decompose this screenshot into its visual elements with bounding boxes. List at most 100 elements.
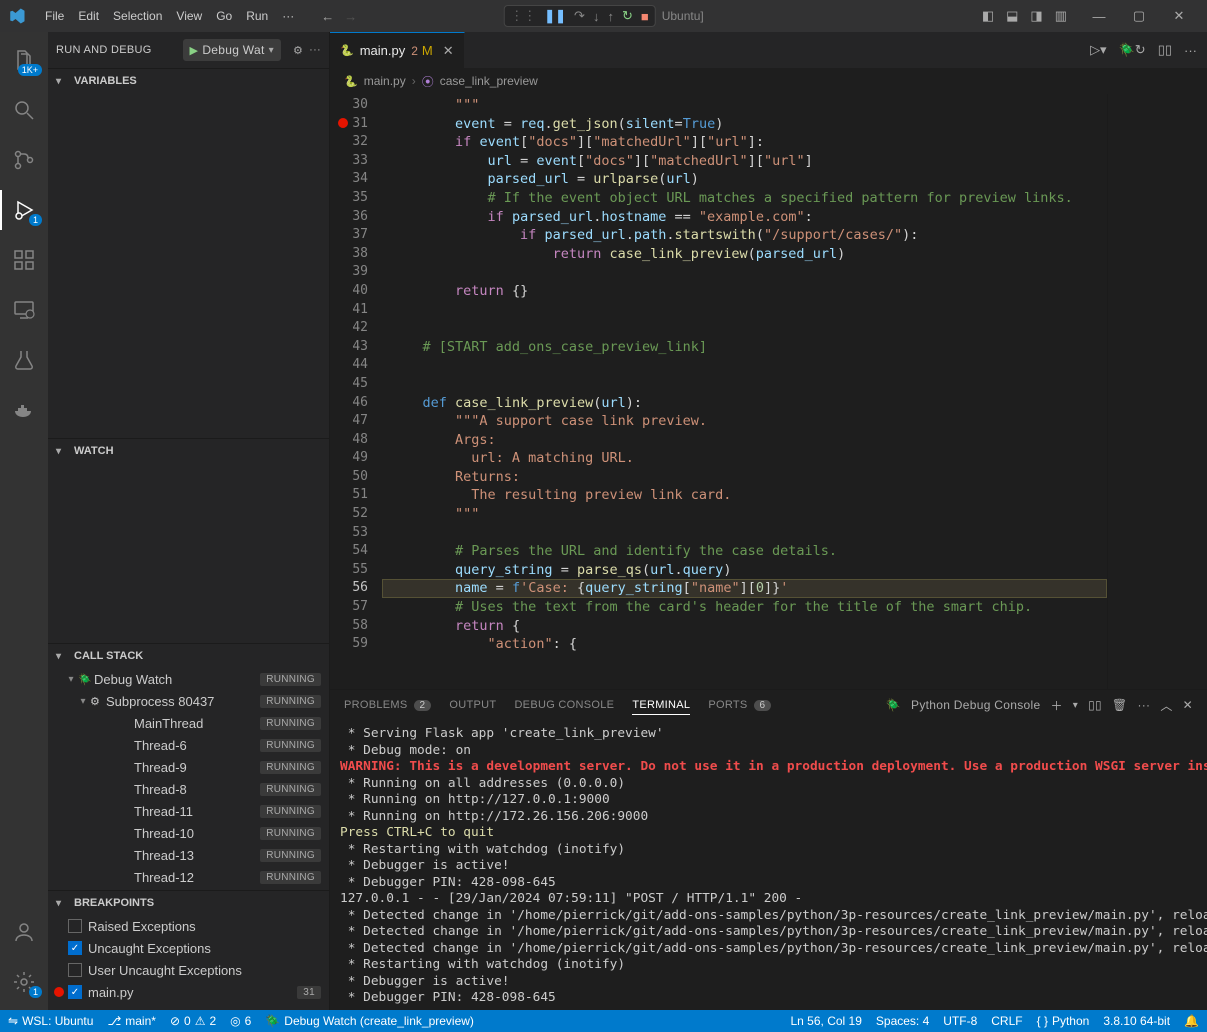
status-warnings: 2 [209, 1014, 216, 1028]
nav-forward-icon[interactable]: → [344, 9, 357, 24]
window-close-icon[interactable]: ✕ [1159, 8, 1199, 24]
window-minimize-icon[interactable]: — [1079, 9, 1119, 24]
minimap[interactable] [1107, 94, 1207, 689]
testing-icon[interactable] [0, 340, 48, 380]
close-icon[interactable]: ✕ [443, 43, 454, 59]
new-terminal-icon[interactable]: ＋ [1050, 697, 1062, 714]
terminal[interactable]: * Serving Flask app 'create_link_preview… [330, 720, 1207, 1010]
breakpoint-row[interactable]: ✓Uncaught Exceptions [48, 937, 329, 959]
stop-icon[interactable]: ■ [641, 9, 649, 24]
terminal-profile-label[interactable]: Python Debug Console [911, 698, 1040, 712]
status-lncol[interactable]: Ln 56, Col 19 [791, 1014, 862, 1028]
account-icon[interactable] [0, 912, 48, 952]
kill-terminal-icon[interactable]: 🗑 [1112, 698, 1128, 712]
step-into-icon[interactable]: ↓ [593, 9, 600, 24]
panel-tab-output[interactable]: OUTPUT [449, 699, 496, 711]
layout-left-icon[interactable]: ◧ [982, 8, 994, 24]
callstack-row[interactable]: Thread-6RUNNING [48, 734, 329, 756]
line-gutter[interactable]: 3031323334353637383940414243444546474849… [330, 94, 382, 689]
checkbox[interactable] [68, 919, 82, 933]
debug-restart-icon[interactable]: 🪲↻ [1119, 42, 1146, 58]
checkbox[interactable]: ✓ [68, 941, 82, 955]
restart-icon[interactable]: ↻ [622, 8, 633, 24]
menu-file[interactable]: File [38, 9, 71, 23]
extensions-icon[interactable] [0, 240, 48, 280]
status-eol[interactable]: CRLF [991, 1014, 1022, 1028]
section-label: WATCH [74, 445, 114, 457]
callstack-row[interactable]: Thread-11RUNNING [48, 800, 329, 822]
status-notifications-icon[interactable]: 🔔 [1184, 1014, 1199, 1028]
status-spaces[interactable]: Spaces: 4 [876, 1014, 929, 1028]
tab-modified-badge: M [422, 43, 433, 58]
chevron-down-icon: ▾ [56, 446, 70, 457]
status-encoding[interactable]: UTF-8 [943, 1014, 977, 1028]
section-callstack[interactable]: ▾ CALL STACK [48, 644, 329, 668]
sidebar-title: RUN AND DEBUG [56, 44, 152, 56]
terminal-dropdown-icon[interactable]: ▾ [1073, 700, 1078, 711]
search-icon[interactable] [0, 90, 48, 130]
chevron-up-icon[interactable]: ︿ [1160, 697, 1172, 714]
more-icon[interactable]: ··· [309, 44, 321, 56]
callstack-row[interactable]: ▾🪲Debug WatchRUNNING [48, 668, 329, 690]
remote-icon: ⇋ [8, 1014, 18, 1028]
callstack-row[interactable]: Thread-10RUNNING [48, 822, 329, 844]
breakpoint-row[interactable]: User Uncaught Exceptions [48, 959, 329, 981]
callstack-row[interactable]: Thread-8RUNNING [48, 778, 329, 800]
panel-more-icon[interactable]: ··· [1137, 698, 1150, 712]
callstack-row[interactable]: ▾⚙Subprocess 80437RUNNING [48, 690, 329, 712]
status-branch[interactable]: ⎇ main* [107, 1014, 156, 1028]
checkbox[interactable] [68, 963, 82, 977]
layout-right-icon[interactable]: ◨ [1030, 8, 1042, 24]
breadcrumb[interactable]: 🐍 main.py › ⦿ case_link_preview [330, 68, 1207, 94]
debug-config-select[interactable]: ▶ Debug Wat ▾ [183, 39, 281, 61]
checkbox[interactable]: ✓ [68, 985, 82, 999]
editor-more-icon[interactable]: ··· [1184, 43, 1197, 58]
source-control-icon[interactable] [0, 140, 48, 180]
code-area[interactable]: """ event = req.get_json(silent=True) if… [382, 94, 1107, 689]
pause-icon[interactable]: ❚❚ [544, 8, 566, 24]
section-breakpoints[interactable]: ▾ BREAKPOINTS [48, 891, 329, 915]
status-language[interactable]: { } Python [1037, 1014, 1090, 1028]
split-editor-icon[interactable]: ▯▯ [1158, 42, 1172, 58]
status-ports[interactable]: ◎ 6 [230, 1014, 251, 1028]
menu-selection[interactable]: Selection [106, 9, 169, 23]
status-problems[interactable]: ⊘0 ⚠2 [170, 1014, 216, 1028]
step-out-icon[interactable]: ↑ [607, 9, 614, 24]
remote-explorer-icon[interactable] [0, 290, 48, 330]
menu-go[interactable]: Go [209, 9, 239, 23]
layout-bottom-icon[interactable]: ⬓ [1006, 8, 1018, 24]
panel-close-icon[interactable]: ✕ [1183, 698, 1193, 712]
status-interpreter[interactable]: 3.8.10 64-bit [1103, 1014, 1170, 1028]
breakpoint-row[interactable]: Raised Exceptions [48, 915, 329, 937]
docker-icon[interactable] [0, 390, 48, 430]
breakpoint-row[interactable]: ✓main.py31 [48, 981, 329, 1003]
section-variables[interactable]: ▾ VARIABLES [48, 69, 329, 93]
callstack-row[interactable]: Thread-9RUNNING [48, 756, 329, 778]
menu-run[interactable]: Run [239, 9, 275, 23]
run-button-icon[interactable]: ▷▾ [1090, 42, 1107, 58]
settings-icon[interactable]: 1 [0, 962, 48, 1002]
run-debug-icon[interactable]: 1 [0, 190, 48, 230]
gear-icon[interactable]: ⚙ [293, 44, 303, 57]
callstack-row[interactable]: MainThreadRUNNING [48, 712, 329, 734]
window-maximize-icon[interactable]: ▢ [1119, 8, 1159, 24]
panel-tab-problems[interactable]: PROBLEMS 2 [344, 699, 431, 711]
callstack-row[interactable]: Thread-13RUNNING [48, 844, 329, 866]
panel-tab-ports[interactable]: PORTS 6 [708, 699, 771, 711]
panel-tab-debugconsole[interactable]: DEBUG CONSOLE [514, 699, 614, 711]
panel-tab-terminal[interactable]: TERMINAL [632, 699, 690, 715]
menu-edit[interactable]: Edit [71, 9, 106, 23]
nav-back-icon[interactable]: ← [321, 9, 334, 24]
menu-more[interactable]: ··· [275, 9, 301, 23]
callstack-row[interactable]: Thread-12RUNNING [48, 866, 329, 888]
drag-handle-icon[interactable]: ⋮⋮ [510, 8, 536, 24]
status-debug[interactable]: 🪲 Debug Watch (create_link_preview) [265, 1014, 474, 1028]
explorer-icon[interactable]: 1K+ [0, 40, 48, 80]
status-remote[interactable]: ⇋ WSL: Ubuntu [8, 1014, 93, 1028]
section-watch[interactable]: ▾ WATCH [48, 439, 329, 463]
layout-custom-icon[interactable]: ▥ [1055, 8, 1067, 24]
split-terminal-icon[interactable]: ▯▯ [1088, 698, 1102, 712]
step-over-icon[interactable]: ↷ [574, 8, 585, 24]
tab-main-py[interactable]: 🐍 main.py 2 M ✕ [330, 32, 465, 68]
menu-view[interactable]: View [169, 9, 209, 23]
